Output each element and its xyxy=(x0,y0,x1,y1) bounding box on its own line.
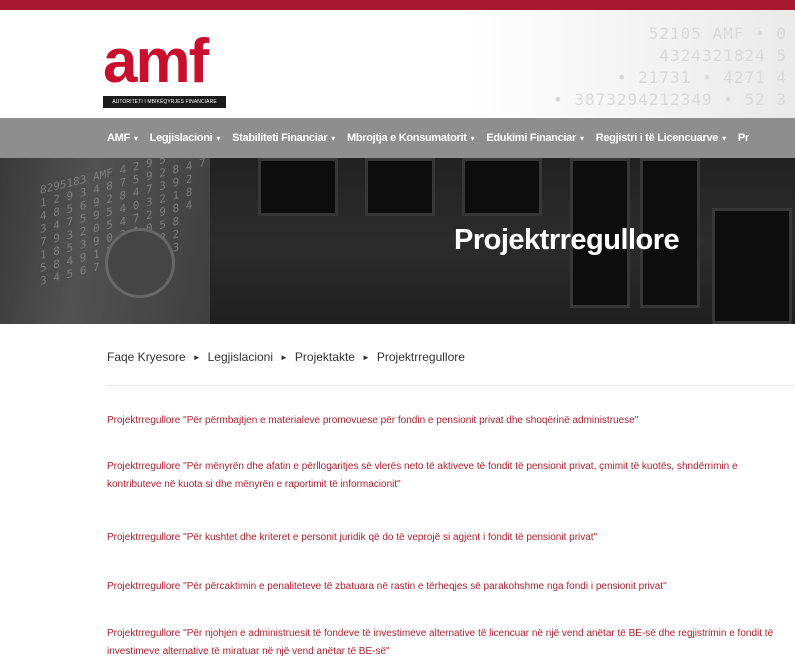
digits-line: • 21731 • 4271 4 xyxy=(616,68,787,87)
document-link[interactable]: Projektrregullore "Për mënyrën dhe afati… xyxy=(107,458,787,494)
breadcrumb-separator-icon: ► xyxy=(280,352,288,362)
site-header: 52105 AMF • 0 4324321824 5 • 21731 • 427… xyxy=(0,10,795,118)
nav-item-legjislacioni[interactable]: Legjislacioni ▾ xyxy=(149,132,221,144)
caret-down-icon: ▾ xyxy=(579,133,584,143)
divider xyxy=(107,385,795,386)
nav-item-label: Pr xyxy=(737,132,749,144)
nav-item-amf[interactable]: AMF ▾ xyxy=(107,132,138,144)
digits-line: • 3873294212349 • 52 3 xyxy=(553,90,787,109)
breadcrumb-separator-icon: ► xyxy=(192,352,201,362)
digits-line: 4324321824 5 xyxy=(659,46,787,65)
document-link[interactable]: Projektrregullore "Për përmbajtjen e mat… xyxy=(107,412,787,430)
nav-item-label: Stabiliteti Financiar xyxy=(232,132,328,144)
nav-item-mbrojtja-e-konsumatorit[interactable]: Mbrojtja e Konsumatorit ▾ xyxy=(347,132,475,144)
caret-down-icon: ▾ xyxy=(470,133,475,143)
caret-down-icon: ▾ xyxy=(722,133,726,143)
logo-wordmark: amf xyxy=(103,27,209,96)
document-link[interactable]: Projektrregullore "Për kushtet dhe krite… xyxy=(107,529,787,547)
page-title: Projektrregullore xyxy=(454,224,680,256)
logo-subtitle: AUTORITETI I MBIKËQYRJES FINANCIARE xyxy=(103,96,226,108)
header-decorative-digits: 52105 AMF • 0 4324321824 5 • 21731 • 427… xyxy=(465,10,795,118)
nav-item-label: Edukimi Financiar xyxy=(486,132,576,144)
breadcrumb: Faqe Kryesore ► Legjislacioni ► Projekta… xyxy=(107,350,465,364)
breadcrumb-home[interactable]: Faqe Kryesore xyxy=(107,350,186,364)
main-navigation: AMF ▾ Legjislacioni ▾ Stabiliteti Financia… xyxy=(0,118,795,158)
nav-item-stabiliteti-financiar[interactable]: Stabiliteti Financiar ▾ xyxy=(232,132,335,144)
nav-item-label: Mbrojtja e Konsumatorit xyxy=(347,132,467,144)
page-hero-banner: 8295183 AMF 4 2 9 5 1 2 9 3 4 8 7 5 9 2 … xyxy=(0,158,795,324)
amf-logo[interactable]: amf AUTORITETI I MBIKËQYRJES FINANCIARE xyxy=(103,27,226,108)
breadcrumb-projektakte[interactable]: Projektakte xyxy=(295,350,355,364)
digits-line: 52105 AMF • 0 xyxy=(648,24,787,43)
nav-item-label: Legjislacioni xyxy=(149,132,213,144)
breadcrumb-separator-icon: ► xyxy=(361,352,370,362)
nav-item-edukimi-financiar[interactable]: Edukimi Financiar ▾ xyxy=(486,132,584,144)
breadcrumb-legjislacioni[interactable]: Legjislacioni xyxy=(208,350,273,364)
caret-down-icon: ▾ xyxy=(133,133,138,143)
caret-down-icon: ▾ xyxy=(216,133,221,143)
nav-item-regjistri[interactable]: Regjistri i të Licencuarve ▾ xyxy=(596,132,726,144)
nav-item-label: AMF xyxy=(107,132,130,144)
breadcrumb-current: Projektrregullore xyxy=(376,350,465,364)
nav-item-truncated[interactable]: Pr xyxy=(738,132,749,144)
top-accent-bar xyxy=(0,0,795,10)
caret-down-icon: ▾ xyxy=(331,133,335,143)
document-link[interactable]: Projektrregullore "Për përcaktimin e pen… xyxy=(107,578,787,596)
document-link[interactable]: Projektrregullore "Për njohjen e adminis… xyxy=(107,625,787,661)
nav-item-label: Regjistri i të Licencuarve xyxy=(595,132,719,144)
